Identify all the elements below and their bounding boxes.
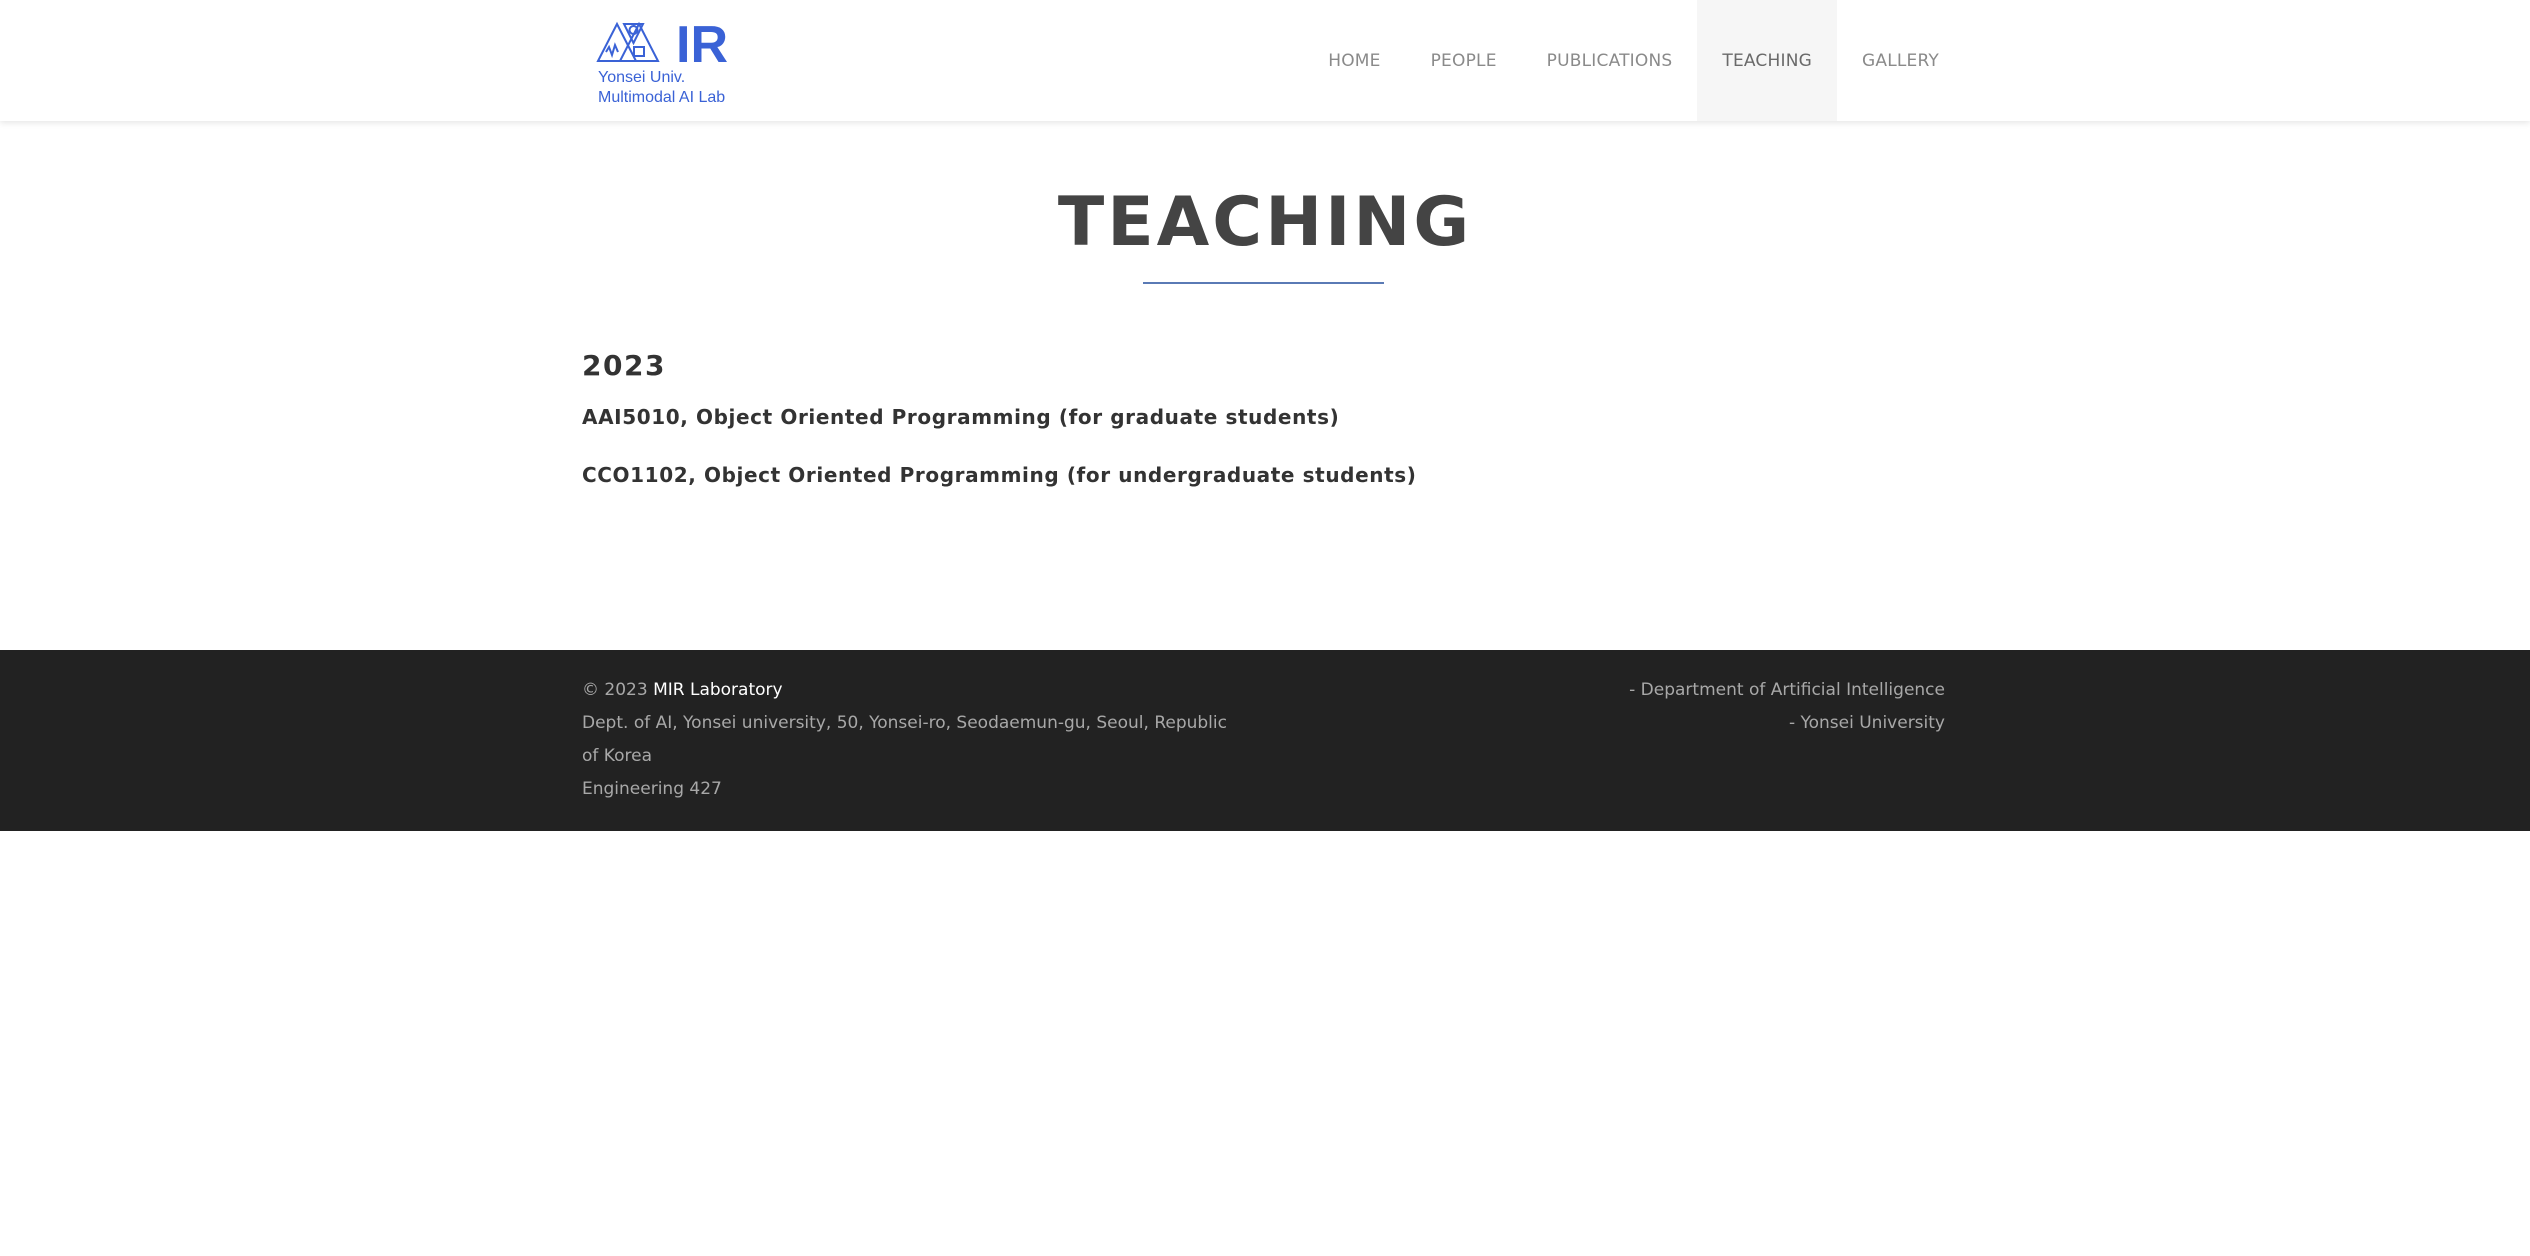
logo-ir-text: IR [676, 16, 728, 68]
nav-people[interactable]: PEOPLE [1406, 0, 1522, 121]
footer-affiliations: - Department of Artificial Intelligence … [1345, 674, 1945, 740]
nav-gallery[interactable]: GALLERY [1837, 0, 1964, 121]
lab-logo-link[interactable]: IR Yonsei Univ. Multimodal AI Lab [596, 16, 736, 110]
course-item: AAI5010, Object Oriented Programming (fo… [582, 405, 1340, 429]
nav-publications[interactable]: PUBLICATIONS [1522, 0, 1698, 121]
mir-logo-icon: IR [596, 16, 728, 68]
year-heading: 2023 [582, 349, 666, 382]
course-item: CCO1102, Object Oriented Programming (fo… [582, 463, 1417, 487]
site-header: IR Yonsei Univ. Multimodal AI Lab HOME P… [0, 0, 2530, 121]
lab-name-link[interactable]: MIR Laboratory [653, 680, 783, 700]
title-underline [1143, 282, 1384, 284]
footer-contact: © 2023 MIR Laboratory Dept. of AI, Yonse… [582, 674, 1242, 806]
nav-home[interactable]: HOME [1303, 0, 1405, 121]
footer-department: - Department of Artificial Intelligence [1629, 680, 1945, 700]
teaching-section: 2023 AAI5010, Object Oriented Programmin… [582, 350, 1948, 520]
footer-university: - Yonsei University [1788, 713, 1945, 733]
site-footer: © 2023 MIR Laboratory Dept. of AI, Yonse… [0, 650, 2530, 831]
footer-address: Dept. of AI, Yonsei university, 50, Yons… [582, 713, 1227, 766]
logo-line-lab: Multimodal AI Lab [598, 89, 726, 106]
page-title: TEACHING [1057, 183, 1473, 262]
main-content: TEACHING 2023 AAI5010, Object Oriented P… [0, 121, 2530, 650]
copyright-text: © 2023 [582, 680, 648, 700]
main-navigation: HOME PEOPLE PUBLICATIONS TEACHING GALLER… [1303, 0, 1964, 121]
footer-copyright-line: © 2023 MIR Laboratory [582, 674, 1242, 707]
logo-line-university: Yonsei Univ. [598, 69, 686, 86]
nav-teaching[interactable]: TEACHING [1697, 0, 1837, 121]
footer-room: Engineering 427 [582, 779, 722, 799]
